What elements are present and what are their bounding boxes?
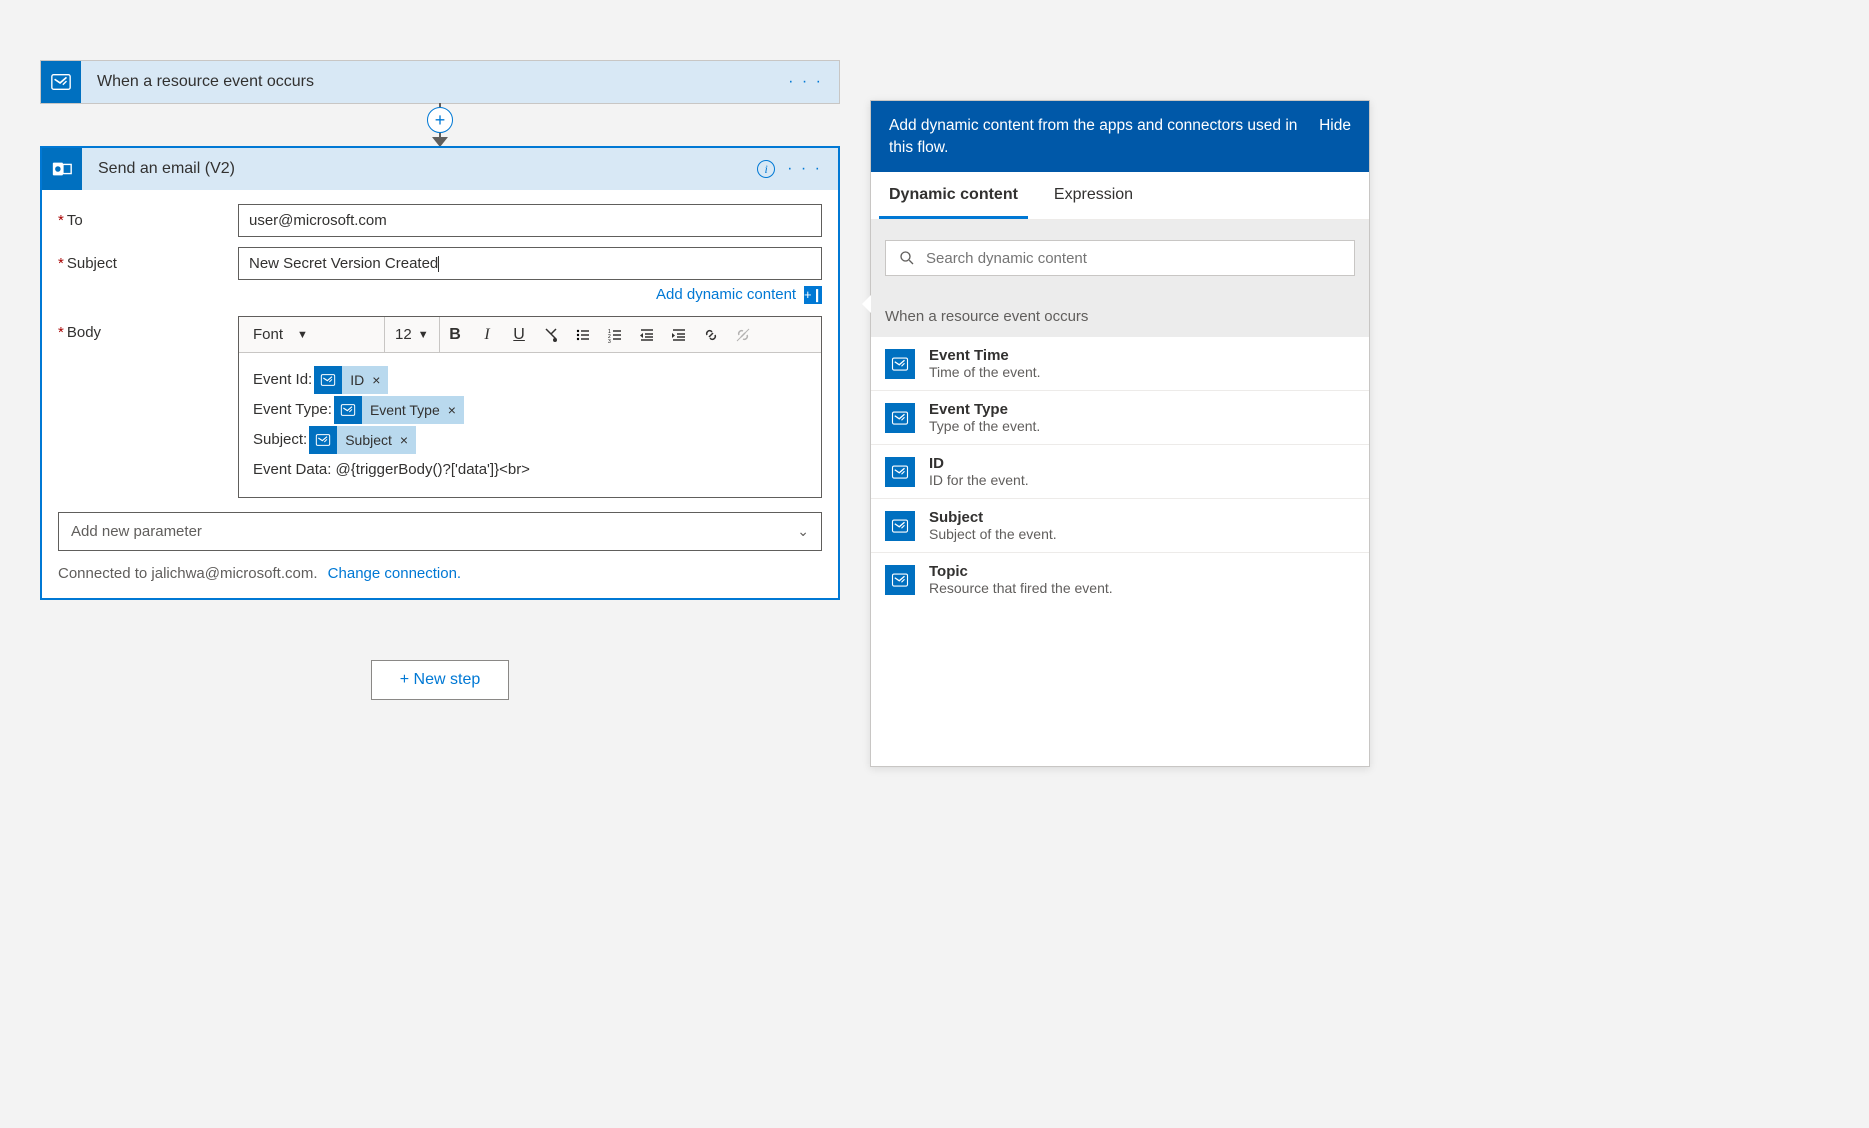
body-row: *Body Font▼ 12▼ B I U [58,316,822,498]
rich-text-editor: Font▼ 12▼ B I U [238,316,822,498]
event-grid-icon [885,403,915,433]
info-icon[interactable]: i [757,160,775,178]
body-line3-label: Subject: [253,425,307,455]
subject-input[interactable]: New Secret Version Created [238,247,822,280]
body-line2-label: Event Type: [253,395,332,425]
dynamic-content-panel: Add dynamic content from the apps and co… [870,100,1370,767]
add-dynamic-row: Add dynamic content +❙ [58,282,822,316]
body-line1-label: Event Id: [253,365,312,395]
subject-row: *Subject New Secret Version Created [58,247,822,280]
panel-tabs: Dynamic content Expression [871,172,1369,220]
italic-button[interactable]: I [472,317,504,352]
event-grid-icon [885,565,915,595]
event-grid-icon [885,457,915,487]
search-box[interactable] [885,240,1355,276]
tab-dynamic-content[interactable]: Dynamic content [879,172,1028,219]
dyn-item-event-time[interactable]: Event Time Time of the event. [871,337,1369,391]
add-dynamic-content-link[interactable]: Add dynamic content [656,286,796,303]
font-size-selector[interactable]: 12▼ [385,317,440,352]
event-grid-icon [885,511,915,541]
event-grid-icon [885,349,915,379]
link-button[interactable] [696,317,728,352]
change-connection-link[interactable]: Change connection. [328,565,461,582]
number-list-button[interactable]: 123 [600,317,632,352]
subject-label: Subject [67,255,117,272]
hide-panel-button[interactable]: Hide [1319,115,1351,137]
connection-info: Connected to jalichwa@microsoft.com. Cha… [58,565,822,582]
bullet-list-button[interactable] [568,317,600,352]
event-grid-icon [309,426,337,454]
action-title: Send an email (V2) [82,160,757,178]
to-label: To [67,212,83,229]
action-card: Send an email (V2) i · · · *To *Subject [40,146,840,600]
event-grid-icon [314,366,342,394]
dyn-item-event-type[interactable]: Event Type Type of the event. [871,391,1369,445]
insert-step-button[interactable]: + [427,107,453,133]
token-event-type[interactable]: Event Type × [334,396,464,424]
outlook-icon [42,148,82,190]
font-selector[interactable]: Font▼ [245,317,385,352]
font-color-button[interactable] [536,317,568,352]
token-subject[interactable]: Subject × [309,426,416,454]
search-section [871,220,1369,296]
flow-column: When a resource event occurs · · · + Sen… [40,60,840,700]
indent-button[interactable] [664,317,696,352]
flow-designer-workspace: When a resource event occurs · · · + Sen… [40,40,1829,767]
action-menu-button[interactable]: · · · [787,160,822,178]
trigger-title: When a resource event occurs [81,73,788,91]
add-parameter-dropdown[interactable]: Add new parameter ⌄ [58,512,822,551]
tab-expression[interactable]: Expression [1044,172,1143,219]
trigger-card[interactable]: When a resource event occurs · · · [40,60,840,104]
outdent-button[interactable] [632,317,664,352]
body-line4: Event Data: @{triggerBody()?['data']}<br… [253,455,807,485]
rte-content[interactable]: Event Id: ID × Event Type: [239,353,821,497]
action-header[interactable]: Send an email (V2) i · · · [42,148,838,190]
token-remove-icon[interactable]: × [372,366,388,394]
connector: + [427,103,453,147]
action-body: *To *Subject New Secret Version Created … [42,190,838,598]
body-label: Body [67,324,101,341]
unlink-button [728,317,760,352]
underline-button[interactable]: U [504,317,536,352]
event-grid-icon [41,61,81,103]
token-remove-icon[interactable]: × [448,396,464,424]
section-title: When a resource event occurs [871,296,1369,337]
token-id[interactable]: ID × [314,366,388,394]
to-input[interactable] [238,204,822,237]
add-dynamic-badge-icon[interactable]: +❙ [804,286,822,304]
trigger-header[interactable]: When a resource event occurs · · · [41,61,839,103]
new-step-button[interactable]: + New step [371,660,509,700]
panel-pointer-icon [862,295,871,313]
rte-toolbar: Font▼ 12▼ B I U [239,317,821,353]
search-input[interactable] [916,250,1342,267]
dyn-item-subject[interactable]: Subject Subject of the event. [871,499,1369,553]
event-grid-icon [334,396,362,424]
token-remove-icon[interactable]: × [400,426,416,454]
bold-button[interactable]: B [440,317,472,352]
panel-header: Add dynamic content from the apps and co… [871,101,1369,172]
chevron-down-icon: ⌄ [797,523,809,540]
search-icon [898,249,916,267]
svg-text:3: 3 [608,339,611,343]
to-row: *To [58,204,822,237]
dyn-item-topic[interactable]: Topic Resource that fired the event. [871,553,1369,606]
dyn-item-id[interactable]: ID ID for the event. [871,445,1369,499]
trigger-menu-button[interactable]: · · · [788,73,823,91]
